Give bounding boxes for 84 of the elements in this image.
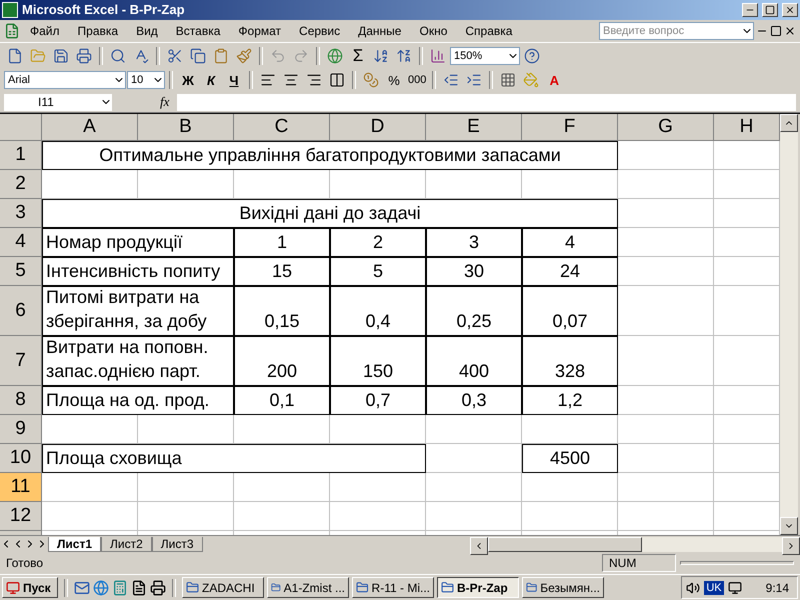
row-header[interactable]: 3 (0, 199, 42, 228)
table-cell: 15 (234, 257, 330, 286)
taskbar-button[interactable]: A1-Zmist ... (267, 577, 349, 598)
column-header[interactable]: C (234, 114, 330, 142)
table-cell: 2 (330, 228, 426, 258)
autosum-button[interactable]: Σ (347, 44, 369, 67)
taskbar-button[interactable]: R-11 - Mi... (352, 577, 434, 598)
table-cell: Оптимальне управління багатопродуктовими запасами (42, 141, 618, 170)
menu-item[interactable]: Справка (457, 22, 520, 40)
row-header[interactable]: 10 (0, 444, 42, 474)
font-size-dropdown[interactable]: 10 (127, 71, 165, 90)
table-cell: Вихідні дані до задачі (42, 199, 618, 228)
table-cell: 4500 (522, 444, 618, 474)
status-text: Готово (6, 556, 44, 570)
row-header[interactable]: 4 (0, 228, 42, 258)
taskbar-button[interactable]: Безымян... (522, 577, 604, 598)
zoom-dropdown[interactable]: 150% (450, 46, 520, 65)
table-cell: Інтенсивність попиту (42, 257, 234, 286)
menu-item[interactable]: Файл (22, 22, 68, 40)
sheet-tab[interactable]: Лист2 (101, 536, 152, 552)
table-cell: Питомі витрати на зберігання, за добу (42, 286, 234, 336)
table-cell: 328 (522, 336, 618, 386)
row-header[interactable]: 6 (0, 286, 42, 336)
bold-button[interactable]: Ж (177, 69, 199, 92)
sheet-tab[interactable]: Лист3 (152, 536, 203, 552)
thousands-button[interactable]: 000 (406, 69, 428, 92)
column-header[interactable]: B (138, 114, 234, 142)
table-cell: 30 (426, 257, 522, 286)
column-header[interactable]: G (618, 114, 714, 142)
row-header[interactable]: 5 (0, 257, 42, 286)
column-header[interactable]: A (42, 114, 138, 142)
column-header[interactable]: D (330, 114, 426, 142)
menu-item[interactable]: Окно (411, 22, 456, 40)
table-cell: 0,1 (234, 386, 330, 416)
row-header[interactable]: 11 (0, 473, 42, 502)
table-cell: 0,25 (426, 286, 522, 336)
table-cell: 0,4 (330, 286, 426, 336)
taskbar-button[interactable]: ZADACHI (182, 577, 264, 598)
name-box[interactable]: I11 (4, 94, 112, 111)
sheet-tab[interactable]: Лист1 (48, 536, 102, 552)
menu-item[interactable]: Вид (128, 22, 166, 40)
table-cell: Площа на од. прод. (42, 386, 234, 416)
table-cell: 5 (330, 257, 426, 286)
table-cell: 1 (234, 228, 330, 258)
row-header[interactable]: 7 (0, 336, 42, 386)
table-cell: 0,15 (234, 286, 330, 336)
percent-button[interactable]: % (383, 69, 405, 92)
table-cell: Площа сховища (42, 444, 426, 474)
table-cell: 150 (330, 336, 426, 386)
menu-item[interactable]: Формат (230, 22, 290, 40)
table-cell: 4 (522, 228, 618, 258)
taskbar-button[interactable]: B-Pr-Zap (437, 577, 519, 598)
row-header[interactable]: 2 (0, 170, 42, 200)
column-header[interactable]: H (714, 114, 780, 142)
language-indicator[interactable]: UK (704, 580, 724, 595)
table-cell: 24 (522, 257, 618, 286)
table-cell: 1,2 (522, 386, 618, 416)
table-cell: 0,07 (522, 286, 618, 336)
clock: 9:14 (766, 580, 789, 595)
start-button[interactable]: Пуск (2, 577, 58, 598)
menu-item[interactable]: Данные (350, 22, 410, 40)
function-label[interactable]: fx (160, 94, 170, 110)
row-header[interactable]: 8 (0, 386, 42, 416)
menu-item[interactable]: Правка (70, 22, 126, 40)
italic-button[interactable]: К (200, 69, 222, 92)
menu-item[interactable]: Вставка (168, 22, 228, 40)
num-lock-indicator: NUM (602, 554, 676, 572)
table-cell: 0,7 (330, 386, 426, 416)
window-title: Microsoft Excel - B-Pr-Zap (22, 2, 186, 18)
row-header[interactable]: 12 (0, 502, 42, 532)
table-cell: 200 (234, 336, 330, 386)
help-search-field[interactable]: Введите вопрос (599, 22, 754, 40)
row-header[interactable]: 1 (0, 141, 42, 170)
column-header[interactable]: E (426, 114, 522, 142)
underline-button[interactable]: Ч (223, 69, 245, 92)
table-cell: 3 (426, 228, 522, 258)
table-cell: Витрати на поповн. запас.однією парт. (42, 336, 234, 386)
table-cell: 400 (426, 336, 522, 386)
font-dropdown[interactable]: Arial (4, 71, 126, 90)
menu-item[interactable]: Сервис (291, 22, 348, 40)
table-cell: 0,3 (426, 386, 522, 416)
table-cell: Номар продукції (42, 228, 234, 258)
row-header[interactable]: 9 (0, 415, 42, 444)
column-header[interactable]: F (522, 114, 618, 142)
